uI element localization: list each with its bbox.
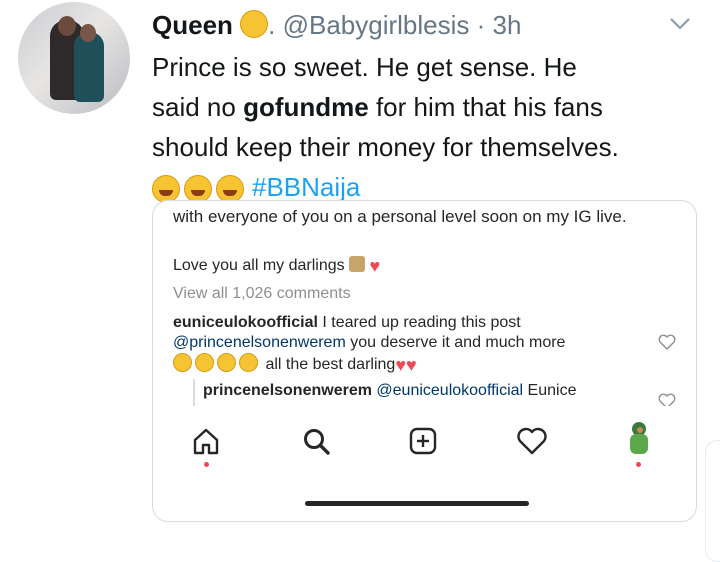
comment-1-line-3: all the best darling♥♥ — [173, 353, 417, 376]
adjacent-card-edge — [705, 440, 720, 562]
embedded-image-card[interactable]: with everyone of you on a personal level… — [152, 200, 697, 522]
reply-indent-bar — [193, 379, 195, 407]
home-indicator-bar — [305, 501, 529, 506]
rofl-emoji — [216, 175, 244, 204]
profile-avatar-icon[interactable] — [626, 422, 652, 456]
instagram-bottom-nav — [153, 406, 696, 486]
tweet-line-2: said no gofundme for him that his fans — [152, 92, 603, 122]
home-activity-dot — [204, 462, 209, 467]
red-heart-emoji: ♥♥ — [395, 355, 417, 375]
comment-1-line-1: euniceulokoofficial I teared up reading … — [173, 314, 521, 331]
reply-line: princenelsonenwerem @euniceulokoofficial… — [203, 382, 577, 399]
new-post-icon[interactable] — [408, 426, 438, 456]
kissing-face-emoji — [195, 353, 214, 372]
comment-1-line-2: @princenelsonenwerem you deserve it and … — [173, 334, 566, 351]
hugging-face-emoji — [240, 10, 269, 38]
home-icon[interactable] — [191, 426, 221, 456]
tweet-line-1: Prince is so sweet. He get sense. He — [152, 52, 577, 82]
reply-mention[interactable]: @euniceulokoofficial — [376, 382, 523, 399]
handle-and-time[interactable]: . @Babygirlblesis · 3h — [268, 10, 521, 40]
view-all-comments-link[interactable]: View all 1,026 comments — [173, 285, 351, 303]
rofl-emoji — [184, 175, 212, 204]
tweet-header: Queen . @Babygirlblesis · 3h — [152, 8, 521, 42]
red-heart-emoji: ♥ — [369, 256, 381, 276]
reply-username[interactable]: princenelsonenwerem — [203, 382, 372, 399]
rofl-emoji — [152, 175, 180, 204]
search-icon[interactable] — [301, 426, 331, 456]
gofundme-bold: gofundme — [243, 92, 369, 122]
display-name[interactable]: Queen — [152, 10, 233, 40]
cut-off-caption: with everyone of you on a personal level… — [173, 207, 627, 226]
hashtag-link[interactable]: #BBNaija — [252, 172, 360, 202]
profile-activity-dot — [636, 462, 641, 467]
kissing-face-emoji — [217, 353, 236, 372]
kissing-face-emoji — [173, 353, 192, 372]
tweet-line-3: should keep their money for themselves. — [152, 132, 619, 162]
comment-1-username[interactable]: euniceulokoofficial — [173, 314, 318, 331]
kissing-face-emoji — [239, 353, 258, 372]
carousel-horse-emoji — [349, 256, 366, 272]
tweet-text: Prince is so sweet. He get sense. He sai… — [152, 47, 712, 207]
like-comment-heart-icon[interactable] — [658, 334, 676, 350]
chevron-down-icon[interactable] — [668, 14, 692, 34]
activity-heart-icon[interactable] — [516, 426, 548, 456]
profile-avatar[interactable] — [18, 2, 130, 114]
comment-1-mention[interactable]: @princenelsonenwerem — [173, 334, 346, 351]
caption-line: Love you all my darlings ♥ — [173, 256, 381, 276]
